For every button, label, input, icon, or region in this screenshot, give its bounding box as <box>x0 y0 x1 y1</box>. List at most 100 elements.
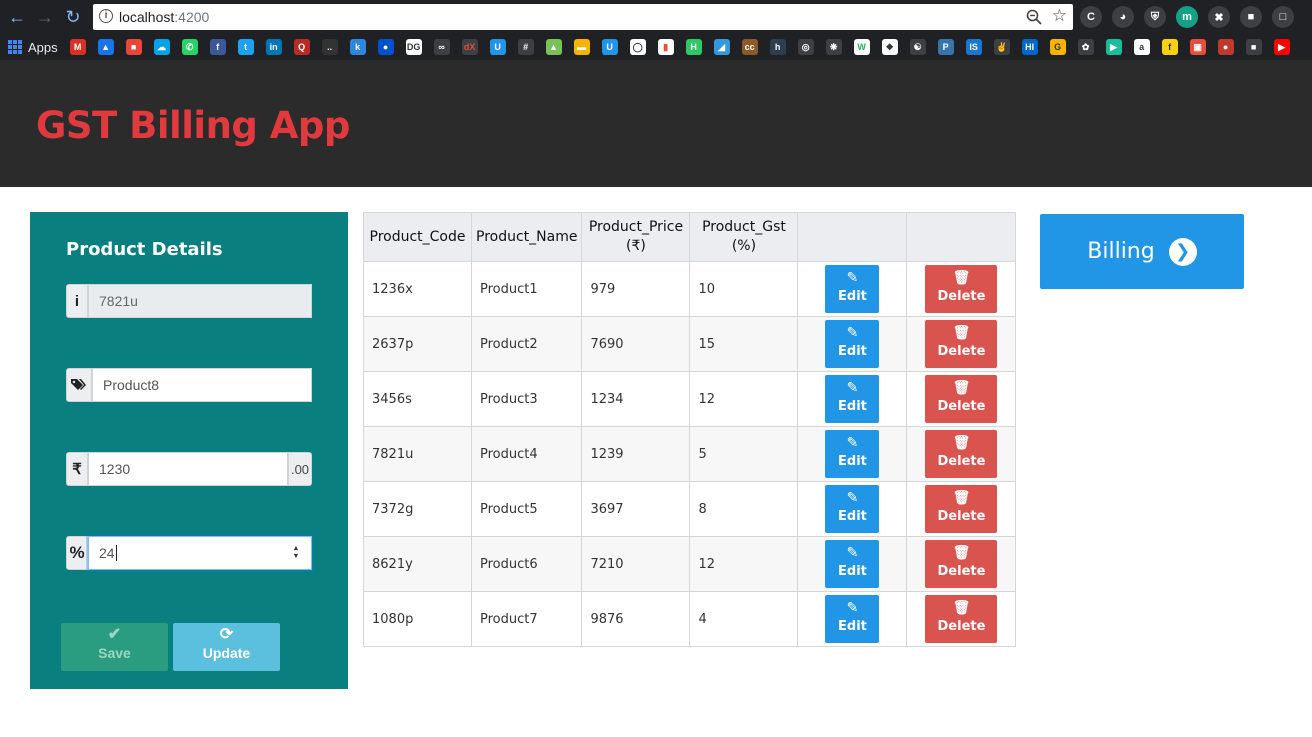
link-icon[interactable]: ∞ <box>433 39 450 55</box>
billing-button[interactable]: Billing ❯ <box>1040 214 1244 289</box>
bookmark-icon[interactable]: ■ <box>125 39 142 55</box>
extension-icon[interactable]: C <box>1080 6 1102 28</box>
bookmark-icon[interactable]: ● <box>1217 39 1234 55</box>
trash-icon: 🗑 <box>952 600 971 616</box>
edit-icon: ✎ <box>846 545 859 561</box>
delete-button[interactable]: 🗑 Delete <box>925 485 998 533</box>
bookmark-icon[interactable]: .. <box>321 39 338 55</box>
header-product-code: Product_Code <box>363 212 472 262</box>
bookmark-icon[interactable]: U <box>601 39 618 55</box>
hackerrank-icon[interactable]: H <box>685 39 702 55</box>
delete-label: Delete <box>937 344 986 359</box>
bookmark-icon[interactable]: ● <box>377 39 394 55</box>
address-bar[interactable]: i localhost:4200 ☆ <box>93 4 1073 30</box>
bookmark-icon[interactable]: U <box>489 39 506 55</box>
bookmark-icon[interactable]: k <box>349 39 366 55</box>
edit-button[interactable]: ✎ Edit <box>825 540 880 588</box>
hash-icon[interactable]: # <box>517 39 534 55</box>
delete-button[interactable]: 🗑 Delete <box>925 320 998 368</box>
play-icon[interactable]: ▶ <box>1105 39 1122 55</box>
bookmark-icon[interactable]: DG <box>405 39 422 55</box>
product-name-field[interactable]: Product8 <box>92 368 312 402</box>
table-row: 7821u Product4 1239 5 ✎ Edit 🗑 Delete <box>363 426 1017 482</box>
number-spinner[interactable]: ▲ ▼ <box>291 545 301 563</box>
apps-grid-icon[interactable] <box>8 40 22 54</box>
price-decimal-suffix: .00 <box>288 452 312 486</box>
apps-bookmark[interactable]: Apps <box>28 40 58 55</box>
extension-icon[interactable]: m <box>1176 6 1198 28</box>
facebook-icon[interactable]: f <box>209 39 226 55</box>
amazon-icon[interactable]: a <box>1133 39 1150 55</box>
edit-button[interactable]: ✎ Edit <box>825 320 880 368</box>
product-code-field[interactable]: 7821u <box>88 284 312 318</box>
update-button[interactable]: ⟳ Update <box>173 623 280 671</box>
bookmark-icon[interactable]: cc <box>741 39 758 55</box>
delete-button[interactable]: 🗑 Delete <box>925 430 998 478</box>
save-label: Save <box>98 645 131 661</box>
cell-product-code: 7821u <box>363 426 472 482</box>
extension-icon[interactable]: ◕ <box>1112 6 1134 28</box>
delete-label: Delete <box>937 454 986 469</box>
delete-button[interactable]: 🗑 Delete <box>925 375 998 423</box>
bookmark-icon[interactable]: f <box>1161 39 1178 55</box>
gmail-icon[interactable]: M <box>69 39 86 55</box>
extension-icon[interactable]: ■ <box>1240 6 1262 28</box>
python-icon[interactable]: P <box>937 39 954 55</box>
save-button[interactable]: ✔ Save <box>61 623 168 671</box>
extension-icon[interactable]: □ <box>1272 6 1294 28</box>
bag-icon[interactable]: ▣ <box>1189 39 1206 55</box>
bookmark-icon[interactable]: ◎ <box>797 39 814 55</box>
reload-icon[interactable]: ↻ <box>62 6 84 28</box>
back-arrow-icon[interactable]: ← <box>6 6 28 28</box>
bookmark-icon[interactable]: ☯ <box>909 39 926 55</box>
bookmark-icon[interactable]: ❋ <box>825 39 842 55</box>
edit-icon: ✎ <box>846 380 859 396</box>
youtube-icon[interactable]: ▶ <box>1273 39 1290 55</box>
bookmark-icon[interactable]: dX <box>461 39 478 55</box>
product-gst-field[interactable]: 24 ▲ ▼ <box>88 536 312 570</box>
bookmark-star-icon[interactable]: ☆ <box>1052 6 1067 26</box>
whatsapp-icon[interactable]: ✆ <box>181 39 198 55</box>
edit-button[interactable]: ✎ Edit <box>825 375 880 423</box>
address-url[interactable]: localhost:4200 <box>119 9 209 25</box>
trash-icon: 🗑 <box>952 435 971 451</box>
edit-button[interactable]: ✎ Edit <box>825 595 880 643</box>
linkedin-icon[interactable]: in <box>265 39 282 55</box>
extension-icon[interactable]: ✖ <box>1208 6 1230 28</box>
bookmark-icon[interactable]: ◯ <box>629 39 646 55</box>
edit-button[interactable]: ✎ Edit <box>825 430 880 478</box>
bookmark-icon[interactable]: ☁ <box>153 39 170 55</box>
edit-label: Edit <box>838 344 867 359</box>
shield-icon[interactable]: ⛨ <box>1144 6 1166 28</box>
site-info-icon[interactable]: i <box>99 9 113 23</box>
bookmark-icon[interactable]: ■ <box>1245 39 1262 55</box>
edit-button[interactable]: ✎ Edit <box>825 485 880 533</box>
bookmark-icon[interactable]: W <box>853 39 870 55</box>
bookmark-icon[interactable]: ✌ <box>993 39 1010 55</box>
bookmark-icon[interactable]: HI <box>1021 39 1038 55</box>
bookmark-icon[interactable]: ✿ <box>1077 39 1094 55</box>
bookmark-icon[interactable]: G <box>1049 39 1066 55</box>
quora-icon[interactable]: Q <box>293 39 310 55</box>
bookmark-icon[interactable]: h <box>769 39 786 55</box>
twitter-icon[interactable]: t <box>237 39 254 55</box>
cell-product-name: Product3 <box>470 371 583 427</box>
bookmark-icon[interactable]: ▮ <box>657 39 674 55</box>
delete-button[interactable]: 🗑 Delete <box>925 265 998 313</box>
delete-button[interactable]: 🗑 Delete <box>925 540 998 588</box>
delete-button[interactable]: 🗑 Delete <box>925 595 998 643</box>
drive-icon[interactable]: ▲ <box>97 39 114 55</box>
forward-arrow-icon[interactable]: → <box>34 6 56 28</box>
edit-button[interactable]: ✎ Edit <box>825 265 880 313</box>
bookmark-icon[interactable]: ▬ <box>573 39 590 55</box>
cell-product-price: 979 <box>581 261 691 317</box>
product-price-field[interactable]: 1230 <box>88 452 288 486</box>
android-icon[interactable]: ▲ <box>545 39 562 55</box>
cell-delete: 🗑 Delete <box>906 591 1017 647</box>
bookmark-icon[interactable]: ❖ <box>881 39 898 55</box>
zoom-icon[interactable] <box>1025 8 1043 26</box>
bookmark-icon[interactable]: IS <box>965 39 982 55</box>
cell-edit: ✎ Edit <box>797 536 908 592</box>
edit-icon: ✎ <box>846 490 859 506</box>
bookmark-icon[interactable]: ◢ <box>713 39 730 55</box>
